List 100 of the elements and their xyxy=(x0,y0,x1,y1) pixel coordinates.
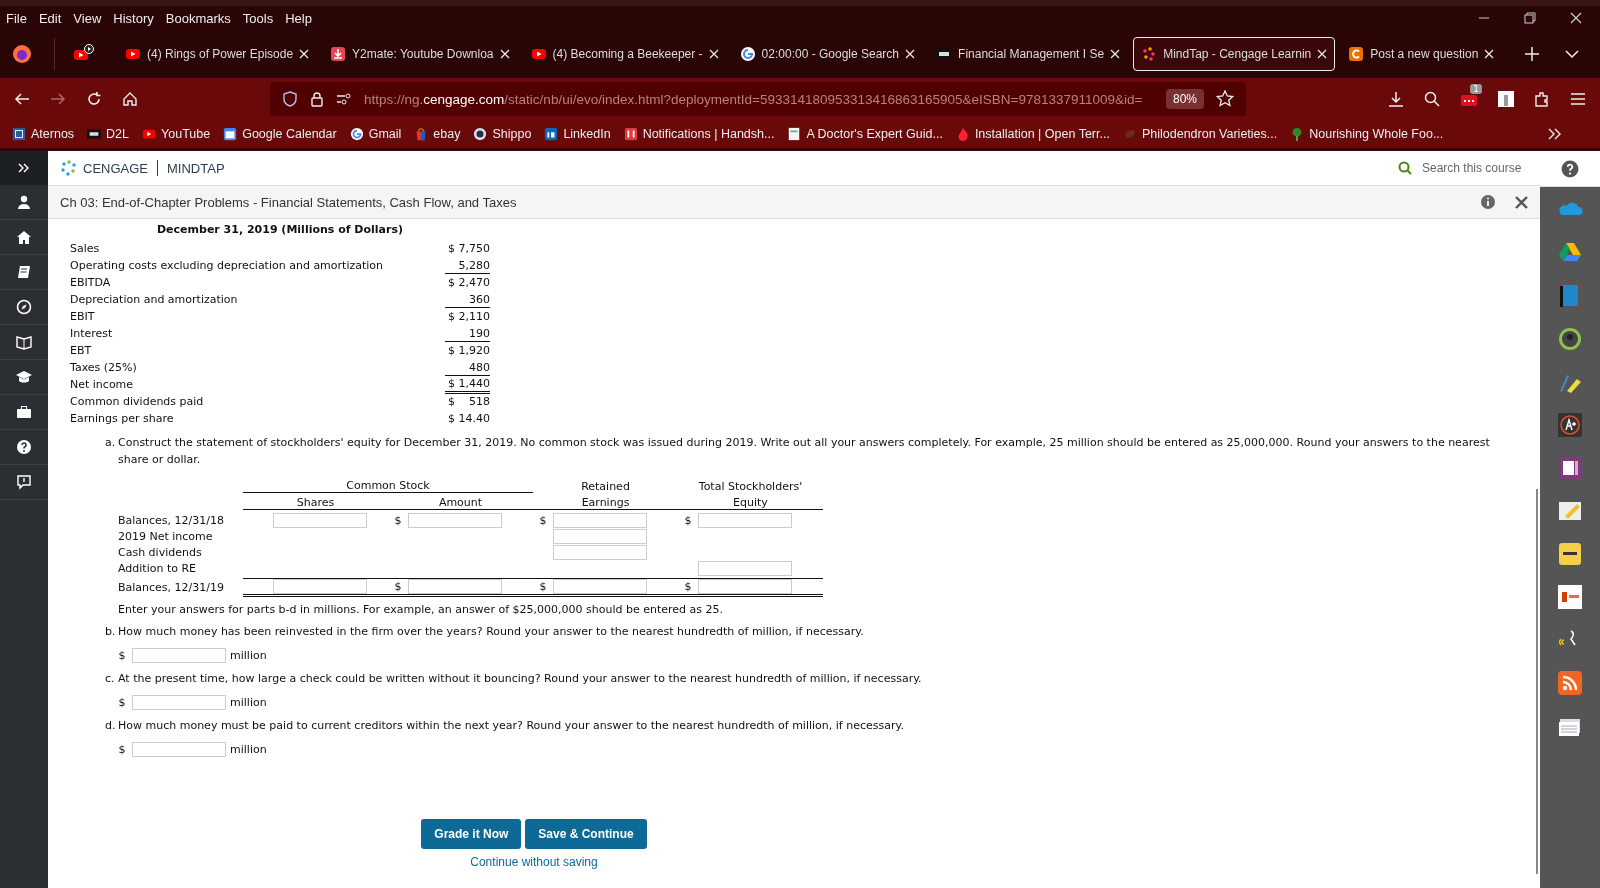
input-field[interactable] xyxy=(408,512,502,528)
more-icon[interactable] xyxy=(1548,128,1562,140)
lock-icon[interactable] xyxy=(310,91,324,107)
bookmark-item[interactable]: Installation | Open Terr... xyxy=(955,127,1110,141)
product-name: MINDTAP xyxy=(167,160,225,176)
menu-item[interactable]: Help xyxy=(285,10,312,26)
dictionary-icon[interactable] xyxy=(1557,541,1583,567)
help-icon[interactable] xyxy=(16,439,32,455)
input-field[interactable] xyxy=(273,512,367,528)
action-button[interactable]: Save & Continue xyxy=(525,819,647,849)
book-icon[interactable] xyxy=(16,264,32,280)
browser-tab[interactable]: Y2mate: Youtube Downloa xyxy=(322,37,518,71)
bookmark-item[interactable]: Nourishing Whole Foo... xyxy=(1290,127,1444,141)
reload-icon[interactable] xyxy=(86,91,102,107)
menu-item[interactable]: View xyxy=(73,10,102,26)
browser-tab[interactable]: MindTap - Cengage Learnin xyxy=(1133,37,1336,71)
input-field[interactable] xyxy=(273,579,367,594)
new-tab-icon[interactable] xyxy=(1525,47,1540,61)
notebook-icon[interactable] xyxy=(1557,455,1583,481)
rss-icon[interactable] xyxy=(1557,670,1583,696)
user-icon[interactable] xyxy=(16,194,32,210)
address-bar[interactable]: https://ng.cengage.com/static/nb/ui/evo/index.html?deploymentId=593314180953313416863165905&eISBN=9781337911009&id= 80% xyxy=(270,82,1246,116)
grade-icon[interactable] xyxy=(1557,412,1583,438)
open-book-icon[interactable] xyxy=(16,334,32,350)
question-text: At the present time, how large a check could be written without it bouncing? Round your answer to the nearest hundredth of million, if necessary. xyxy=(118,671,922,687)
office-icon[interactable] xyxy=(1557,584,1583,610)
menu-item[interactable]: Bookmarks xyxy=(165,10,231,26)
row-label: Common dividends paid xyxy=(70,395,204,408)
close-icon[interactable] xyxy=(1515,195,1528,209)
input-field[interactable] xyxy=(408,579,502,594)
action-button[interactable]: Grade it Now xyxy=(421,819,522,849)
feedback-icon[interactable] xyxy=(16,474,32,490)
input-field[interactable] xyxy=(698,512,792,528)
bookmark-item[interactable]: D2L xyxy=(87,127,130,141)
input-field[interactable] xyxy=(553,512,647,528)
zoom-badge[interactable]: 80% xyxy=(1165,89,1204,109)
bookmark-item[interactable]: Gmail xyxy=(349,127,402,141)
permissions-icon[interactable] xyxy=(336,92,352,106)
unit-label: million xyxy=(230,649,267,662)
favicon-icon xyxy=(739,46,756,62)
column-header: Amount xyxy=(388,496,533,510)
amount-value: 190 xyxy=(445,325,490,342)
restore-icon[interactable] xyxy=(1524,12,1536,24)
input-field[interactable] xyxy=(132,695,226,710)
menu-item[interactable]: Edit xyxy=(38,10,62,26)
chevron-down-icon[interactable] xyxy=(1565,49,1580,59)
menu-item[interactable]: Tools xyxy=(242,10,274,26)
input-field[interactable] xyxy=(553,579,647,594)
input-field[interactable] xyxy=(553,544,647,560)
input-field[interactable] xyxy=(132,742,226,757)
browser-tab[interactable]: 02:00:00 - Google Search xyxy=(731,37,924,71)
input-field[interactable] xyxy=(132,648,226,663)
menu-icon[interactable] xyxy=(1570,92,1586,106)
expand-button[interactable] xyxy=(0,151,48,185)
browser-tab[interactable]: (4) Becoming a Beekeeper - xyxy=(522,37,727,71)
browser-logo-icon[interactable] xyxy=(12,44,32,64)
briefcase-icon[interactable] xyxy=(16,404,32,420)
favicon-icon xyxy=(1141,46,1158,62)
home-icon[interactable] xyxy=(16,229,32,245)
bookmark-item[interactable]: Shippo xyxy=(473,127,532,141)
bookmark-item[interactable]: LinkedIn xyxy=(544,127,611,141)
avatar-icon[interactable] xyxy=(1557,326,1583,352)
menu-item[interactable]: History xyxy=(113,10,154,26)
bookmark-item[interactable]: Notifications | Handsh... xyxy=(623,127,775,141)
home-icon[interactable] xyxy=(122,91,138,107)
shield-icon[interactable] xyxy=(282,91,298,107)
bookmark-item[interactable]: A Doctor's Expert Guid... xyxy=(787,127,943,141)
row-label: EBIT xyxy=(70,310,95,323)
bookmark-item[interactable]: Google Calendar xyxy=(223,127,337,141)
column-header: Shares xyxy=(243,496,388,510)
activity-title: Ch 03: End-of-Chapter Problems - Financial Statements, Cash Flow, and Taxes xyxy=(60,194,518,210)
row-label: Depreciation and amortization xyxy=(70,293,238,306)
forward-icon[interactable] xyxy=(50,91,66,107)
input-field[interactable] xyxy=(698,579,792,594)
favicon-icon xyxy=(1348,46,1365,62)
bookmark-item[interactable]: ebay xyxy=(414,127,461,141)
browser-tab[interactable]: Financial Management I Se xyxy=(928,37,1129,71)
amount-value: $ 1,920 xyxy=(447,343,490,358)
puzzle-icon[interactable] xyxy=(1534,91,1550,107)
search-icon[interactable] xyxy=(1424,91,1440,107)
info-icon[interactable] xyxy=(1481,195,1495,209)
browser-tab[interactable]: Post a new question xyxy=(1340,37,1503,71)
bookmark-item[interactable]: Philodendron Varieties... xyxy=(1122,127,1278,141)
input-field[interactable] xyxy=(553,528,647,544)
favicon-icon xyxy=(530,46,547,62)
help-icon[interactable] xyxy=(1561,159,1579,178)
browser-tab[interactable]: (4) Rings of Power Episode xyxy=(117,37,318,71)
input-field[interactable] xyxy=(698,560,792,576)
download-icon[interactable] xyxy=(1388,91,1404,107)
currency-sign: $ xyxy=(538,580,548,593)
row-label: Balances, 12/31/18 xyxy=(118,513,225,527)
bookmark-item[interactable]: YouTube xyxy=(142,127,211,141)
back-icon[interactable] xyxy=(14,91,30,107)
menu-item[interactable]: File xyxy=(6,10,27,26)
favicon-icon xyxy=(142,127,157,141)
continue-link[interactable]: Continue without saving xyxy=(470,855,598,869)
graduation-cap-icon[interactable] xyxy=(16,369,32,385)
bookmark-star-icon[interactable] xyxy=(1216,90,1234,108)
bookmark-item[interactable]: Aternos xyxy=(12,127,75,141)
compass-icon[interactable] xyxy=(16,299,32,315)
